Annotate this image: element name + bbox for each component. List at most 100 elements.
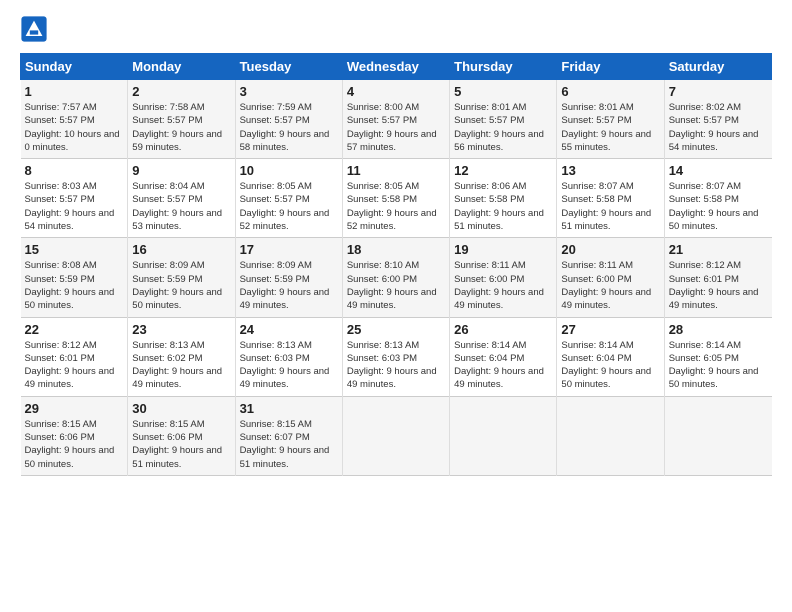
day-number: 1 xyxy=(25,84,124,99)
day-number: 3 xyxy=(240,84,338,99)
empty-cell xyxy=(664,396,771,475)
day-info: Sunrise: 8:11 AMSunset: 6:00 PMDaylight:… xyxy=(454,260,544,311)
day-cell-15: 15 Sunrise: 8:08 AMSunset: 5:59 PMDaylig… xyxy=(21,238,128,317)
day-cell-31: 31 Sunrise: 8:15 AMSunset: 6:07 PMDaylig… xyxy=(235,396,342,475)
day-info: Sunrise: 8:13 AMSunset: 6:02 PMDaylight:… xyxy=(132,340,222,391)
col-header-saturday: Saturday xyxy=(664,54,771,80)
day-number: 21 xyxy=(669,242,768,257)
day-cell-7: 7 Sunrise: 8:02 AMSunset: 5:57 PMDayligh… xyxy=(664,80,771,159)
day-number: 17 xyxy=(240,242,338,257)
calendar-table: SundayMondayTuesdayWednesdayThursdayFrid… xyxy=(20,53,772,476)
day-number: 7 xyxy=(669,84,768,99)
week-row-3: 15 Sunrise: 8:08 AMSunset: 5:59 PMDaylig… xyxy=(21,238,772,317)
empty-cell xyxy=(342,396,449,475)
day-cell-16: 16 Sunrise: 8:09 AMSunset: 5:59 PMDaylig… xyxy=(128,238,235,317)
day-info: Sunrise: 8:10 AMSunset: 6:00 PMDaylight:… xyxy=(347,260,437,311)
day-info: Sunrise: 7:59 AMSunset: 5:57 PMDaylight:… xyxy=(240,102,330,153)
day-info: Sunrise: 8:09 AMSunset: 5:59 PMDaylight:… xyxy=(240,260,330,311)
day-cell-14: 14 Sunrise: 8:07 AMSunset: 5:58 PMDaylig… xyxy=(664,159,771,238)
day-info: Sunrise: 8:07 AMSunset: 5:58 PMDaylight:… xyxy=(561,181,651,232)
day-cell-30: 30 Sunrise: 8:15 AMSunset: 6:06 PMDaylig… xyxy=(128,396,235,475)
day-cell-21: 21 Sunrise: 8:12 AMSunset: 6:01 PMDaylig… xyxy=(664,238,771,317)
week-row-2: 8 Sunrise: 8:03 AMSunset: 5:57 PMDayligh… xyxy=(21,159,772,238)
day-info: Sunrise: 8:05 AMSunset: 5:57 PMDaylight:… xyxy=(240,181,330,232)
day-info: Sunrise: 8:15 AMSunset: 6:07 PMDaylight:… xyxy=(240,419,330,470)
day-cell-10: 10 Sunrise: 8:05 AMSunset: 5:57 PMDaylig… xyxy=(235,159,342,238)
day-cell-27: 27 Sunrise: 8:14 AMSunset: 6:04 PMDaylig… xyxy=(557,317,664,396)
day-number: 22 xyxy=(25,322,124,337)
day-cell-28: 28 Sunrise: 8:14 AMSunset: 6:05 PMDaylig… xyxy=(664,317,771,396)
day-number: 8 xyxy=(25,163,124,178)
day-cell-4: 4 Sunrise: 8:00 AMSunset: 5:57 PMDayligh… xyxy=(342,80,449,159)
day-cell-24: 24 Sunrise: 8:13 AMSunset: 6:03 PMDaylig… xyxy=(235,317,342,396)
day-cell-12: 12 Sunrise: 8:06 AMSunset: 5:58 PMDaylig… xyxy=(450,159,557,238)
day-number: 24 xyxy=(240,322,338,337)
page: SundayMondayTuesdayWednesdayThursdayFrid… xyxy=(0,0,792,486)
day-number: 13 xyxy=(561,163,659,178)
day-info: Sunrise: 8:14 AMSunset: 6:04 PMDaylight:… xyxy=(454,340,544,391)
col-header-friday: Friday xyxy=(557,54,664,80)
week-row-4: 22 Sunrise: 8:12 AMSunset: 6:01 PMDaylig… xyxy=(21,317,772,396)
day-info: Sunrise: 8:15 AMSunset: 6:06 PMDaylight:… xyxy=(132,419,222,470)
col-header-monday: Monday xyxy=(128,54,235,80)
day-cell-17: 17 Sunrise: 8:09 AMSunset: 5:59 PMDaylig… xyxy=(235,238,342,317)
day-cell-8: 8 Sunrise: 8:03 AMSunset: 5:57 PMDayligh… xyxy=(21,159,128,238)
day-info: Sunrise: 8:07 AMSunset: 5:58 PMDaylight:… xyxy=(669,181,759,232)
day-number: 2 xyxy=(132,84,230,99)
day-cell-29: 29 Sunrise: 8:15 AMSunset: 6:06 PMDaylig… xyxy=(21,396,128,475)
day-info: Sunrise: 7:58 AMSunset: 5:57 PMDaylight:… xyxy=(132,102,222,153)
day-number: 18 xyxy=(347,242,445,257)
day-info: Sunrise: 8:01 AMSunset: 5:57 PMDaylight:… xyxy=(454,102,544,153)
week-row-1: 1 Sunrise: 7:57 AMSunset: 5:57 PMDayligh… xyxy=(21,80,772,159)
day-number: 10 xyxy=(240,163,338,178)
day-number: 12 xyxy=(454,163,552,178)
day-number: 26 xyxy=(454,322,552,337)
day-info: Sunrise: 8:02 AMSunset: 5:57 PMDaylight:… xyxy=(669,102,759,153)
day-number: 9 xyxy=(132,163,230,178)
day-cell-23: 23 Sunrise: 8:13 AMSunset: 6:02 PMDaylig… xyxy=(128,317,235,396)
day-info: Sunrise: 8:14 AMSunset: 6:05 PMDaylight:… xyxy=(669,340,759,391)
day-number: 11 xyxy=(347,163,445,178)
day-info: Sunrise: 8:01 AMSunset: 5:57 PMDaylight:… xyxy=(561,102,651,153)
header xyxy=(20,15,772,43)
day-info: Sunrise: 8:08 AMSunset: 5:59 PMDaylight:… xyxy=(25,260,115,311)
day-cell-26: 26 Sunrise: 8:14 AMSunset: 6:04 PMDaylig… xyxy=(450,317,557,396)
day-number: 15 xyxy=(25,242,124,257)
week-row-5: 29 Sunrise: 8:15 AMSunset: 6:06 PMDaylig… xyxy=(21,396,772,475)
col-header-sunday: Sunday xyxy=(21,54,128,80)
day-number: 23 xyxy=(132,322,230,337)
day-info: Sunrise: 8:06 AMSunset: 5:58 PMDaylight:… xyxy=(454,181,544,232)
day-info: Sunrise: 8:00 AMSunset: 5:57 PMDaylight:… xyxy=(347,102,437,153)
day-info: Sunrise: 8:11 AMSunset: 6:00 PMDaylight:… xyxy=(561,260,651,311)
day-number: 4 xyxy=(347,84,445,99)
day-cell-9: 9 Sunrise: 8:04 AMSunset: 5:57 PMDayligh… xyxy=(128,159,235,238)
day-number: 25 xyxy=(347,322,445,337)
day-info: Sunrise: 8:12 AMSunset: 6:01 PMDaylight:… xyxy=(25,340,115,391)
day-number: 27 xyxy=(561,322,659,337)
day-number: 19 xyxy=(454,242,552,257)
logo xyxy=(20,15,52,43)
col-header-thursday: Thursday xyxy=(450,54,557,80)
logo-icon xyxy=(20,15,48,43)
day-cell-20: 20 Sunrise: 8:11 AMSunset: 6:00 PMDaylig… xyxy=(557,238,664,317)
day-info: Sunrise: 8:14 AMSunset: 6:04 PMDaylight:… xyxy=(561,340,651,391)
day-number: 16 xyxy=(132,242,230,257)
day-cell-19: 19 Sunrise: 8:11 AMSunset: 6:00 PMDaylig… xyxy=(450,238,557,317)
day-cell-13: 13 Sunrise: 8:07 AMSunset: 5:58 PMDaylig… xyxy=(557,159,664,238)
day-cell-11: 11 Sunrise: 8:05 AMSunset: 5:58 PMDaylig… xyxy=(342,159,449,238)
day-number: 30 xyxy=(132,401,230,416)
day-info: Sunrise: 8:12 AMSunset: 6:01 PMDaylight:… xyxy=(669,260,759,311)
day-info: Sunrise: 8:04 AMSunset: 5:57 PMDaylight:… xyxy=(132,181,222,232)
col-header-tuesday: Tuesday xyxy=(235,54,342,80)
header-row: SundayMondayTuesdayWednesdayThursdayFrid… xyxy=(21,54,772,80)
day-number: 5 xyxy=(454,84,552,99)
day-number: 29 xyxy=(25,401,124,416)
day-info: Sunrise: 8:15 AMSunset: 6:06 PMDaylight:… xyxy=(25,419,115,470)
day-info: Sunrise: 8:09 AMSunset: 5:59 PMDaylight:… xyxy=(132,260,222,311)
day-cell-3: 3 Sunrise: 7:59 AMSunset: 5:57 PMDayligh… xyxy=(235,80,342,159)
day-number: 31 xyxy=(240,401,338,416)
day-info: Sunrise: 8:03 AMSunset: 5:57 PMDaylight:… xyxy=(25,181,115,232)
day-cell-5: 5 Sunrise: 8:01 AMSunset: 5:57 PMDayligh… xyxy=(450,80,557,159)
day-cell-6: 6 Sunrise: 8:01 AMSunset: 5:57 PMDayligh… xyxy=(557,80,664,159)
day-info: Sunrise: 8:13 AMSunset: 6:03 PMDaylight:… xyxy=(240,340,330,391)
